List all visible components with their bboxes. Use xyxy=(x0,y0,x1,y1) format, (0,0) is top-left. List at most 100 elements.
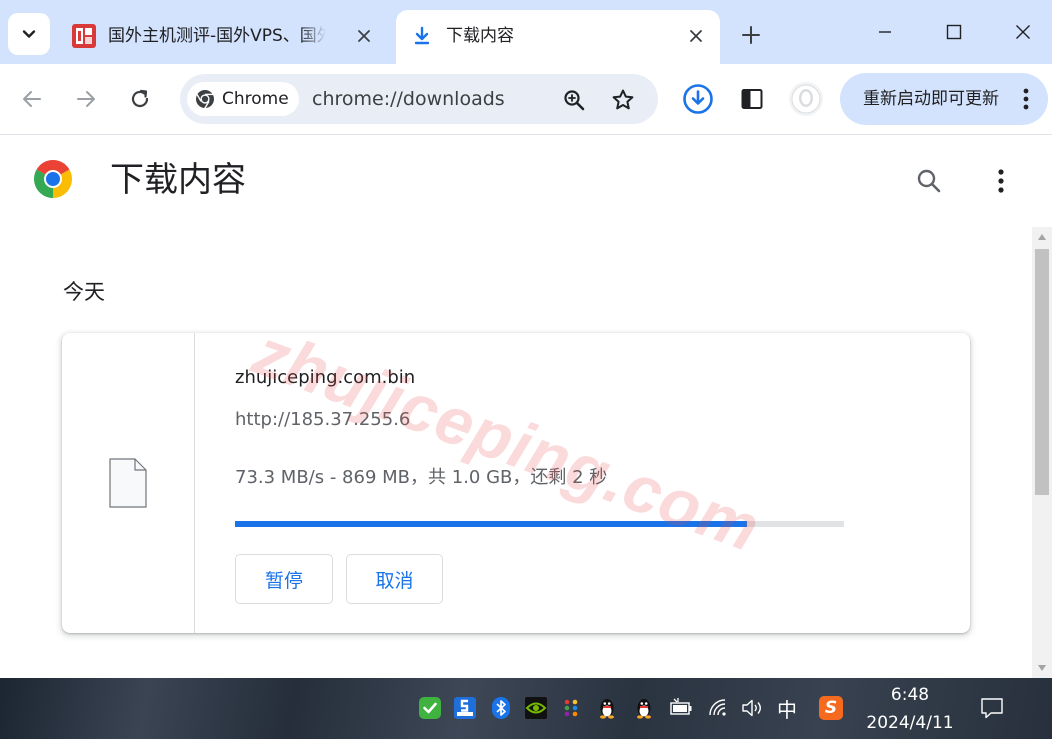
bookmark-button[interactable] xyxy=(609,86,637,114)
page-title: 下载内容 xyxy=(110,160,246,200)
reload-button[interactable] xyxy=(122,81,158,117)
triangle-up-icon xyxy=(1038,234,1046,240)
tab-title: 国外主机测评-国外VPS、国外 xyxy=(108,26,326,46)
more-menu-icon xyxy=(998,169,1004,193)
tab-search-button[interactable] xyxy=(8,13,50,55)
ime-icon[interactable]: 中 xyxy=(774,695,800,722)
tab-close-button[interactable] xyxy=(352,24,376,48)
scroll-thumb[interactable] xyxy=(1035,249,1049,495)
bluetooth-tray[interactable] xyxy=(488,695,514,721)
downloads-page: 下载内容 今天 zhujiceping.com.bin http://185.3… xyxy=(0,135,1052,678)
taskbar: 中 S 6:48 2024/4/11 xyxy=(0,678,1052,739)
wechat-icon xyxy=(419,697,441,719)
tab-title: 下载内容 xyxy=(446,26,514,46)
progress-bar-fill xyxy=(235,521,747,527)
address-bar[interactable]: Chrome chrome://downloads xyxy=(180,74,658,124)
volume-icon xyxy=(742,699,761,717)
date-header: 今天 xyxy=(63,280,105,304)
back-arrow-icon xyxy=(23,91,41,107)
profile-avatar-icon xyxy=(791,84,821,114)
zoom-icon xyxy=(564,90,585,111)
sogou-label: S xyxy=(824,698,838,718)
chip-label: Chrome xyxy=(222,89,289,109)
sogou-input-icon: S xyxy=(819,696,843,720)
file-name[interactable]: zhujiceping.com.bin xyxy=(235,365,415,391)
zoom-button[interactable] xyxy=(560,86,588,114)
minimize-icon xyxy=(879,31,891,33)
notification-button[interactable] xyxy=(979,695,1005,721)
qq-icon xyxy=(637,699,651,719)
side-panel-button[interactable] xyxy=(734,81,770,117)
battery-icon xyxy=(670,698,692,715)
tab-strip: 国外主机测评-国外VPS、国外 下载内容 xyxy=(0,0,1052,64)
download-item-card: zhujiceping.com.bin http://185.37.255.6 … xyxy=(62,333,970,633)
update-label: 重新启动即可更新 xyxy=(863,89,999,109)
close-icon xyxy=(1016,25,1030,39)
chrome-logo-icon xyxy=(34,160,72,198)
close-icon xyxy=(358,30,370,42)
search-downloads-button[interactable] xyxy=(911,163,947,199)
reload-icon xyxy=(131,89,149,108)
360-security-icon xyxy=(454,697,476,719)
more-menu-button[interactable] xyxy=(1012,85,1040,113)
maximize-icon xyxy=(946,24,962,40)
more-menu-icon xyxy=(1023,88,1029,110)
battery-tray[interactable] xyxy=(668,695,694,721)
qq-icon xyxy=(600,699,614,719)
wechat-tray[interactable] xyxy=(417,695,443,721)
relaunch-update-button[interactable]: 重新启动即可更新 xyxy=(840,73,1048,125)
download-arrow-icon xyxy=(414,26,430,45)
toolbar: Chrome chrome://downloads 重新启动即可更新 xyxy=(0,64,1052,135)
clock-date[interactable]: 2024/4/11 xyxy=(862,712,958,734)
new-tab-button[interactable] xyxy=(734,20,768,50)
forward-button[interactable] xyxy=(68,81,104,117)
triangle-down-icon xyxy=(1038,665,1046,671)
qq-tray[interactable] xyxy=(631,695,657,721)
color-dots-icon xyxy=(564,699,578,717)
color-dots-tray[interactable] xyxy=(558,695,584,721)
site-info-chip[interactable]: Chrome xyxy=(187,82,299,116)
wifi-icon xyxy=(709,699,726,716)
side-panel-icon xyxy=(741,89,763,109)
tab-close-button[interactable] xyxy=(684,24,708,48)
source-url[interactable]: http://185.37.255.6 xyxy=(235,407,410,433)
zhujiceping-site-icon xyxy=(72,24,96,48)
page-menu-button[interactable] xyxy=(983,163,1019,199)
close-icon xyxy=(690,30,702,42)
chrome-icon xyxy=(196,90,214,109)
url-text[interactable]: chrome://downloads xyxy=(312,74,505,124)
qq-tray[interactable] xyxy=(594,695,620,721)
nvidia-tray[interactable] xyxy=(523,695,549,721)
forward-arrow-icon xyxy=(77,91,95,107)
network-tray[interactable] xyxy=(706,695,732,721)
maximize-button[interactable] xyxy=(931,14,977,50)
cancel-button[interactable]: 取消 xyxy=(346,554,443,604)
360-security-tray[interactable] xyxy=(452,695,478,721)
notification-icon xyxy=(981,698,1003,719)
progress-bar xyxy=(235,521,844,527)
scroll-down-arrow[interactable] xyxy=(1036,662,1048,674)
nvidia-icon xyxy=(525,697,547,719)
file-icon xyxy=(109,458,147,508)
bluetooth-icon xyxy=(492,697,510,719)
pause-button[interactable]: 暂停 xyxy=(235,554,333,604)
download-status: 73.3 MB/s - 869 MB，共 1.0 GB，还剩 2 秒 xyxy=(235,467,608,488)
plus-icon xyxy=(742,26,760,44)
sogou-input-tray[interactable]: S xyxy=(818,695,844,721)
minimize-button[interactable] xyxy=(862,14,908,50)
tab-zhujiceping[interactable]: 国外主机测评-国外VPS、国外 xyxy=(58,10,390,64)
downloads-button[interactable] xyxy=(680,81,716,117)
chevron-down-icon xyxy=(22,30,36,38)
card-divider xyxy=(194,333,195,633)
bookmark-star-icon xyxy=(612,89,634,110)
search-icon xyxy=(917,169,941,193)
scroll-up-arrow[interactable] xyxy=(1036,231,1048,243)
profile-button[interactable] xyxy=(789,82,823,116)
downloads-icon xyxy=(683,84,713,114)
clock-time[interactable]: 6:48 xyxy=(878,684,942,706)
back-button[interactable] xyxy=(14,81,50,117)
tab-downloads[interactable]: 下载内容 xyxy=(396,10,720,64)
scrollbar[interactable] xyxy=(1032,227,1052,678)
volume-tray[interactable] xyxy=(740,695,766,721)
close-window-button[interactable] xyxy=(1000,14,1046,50)
